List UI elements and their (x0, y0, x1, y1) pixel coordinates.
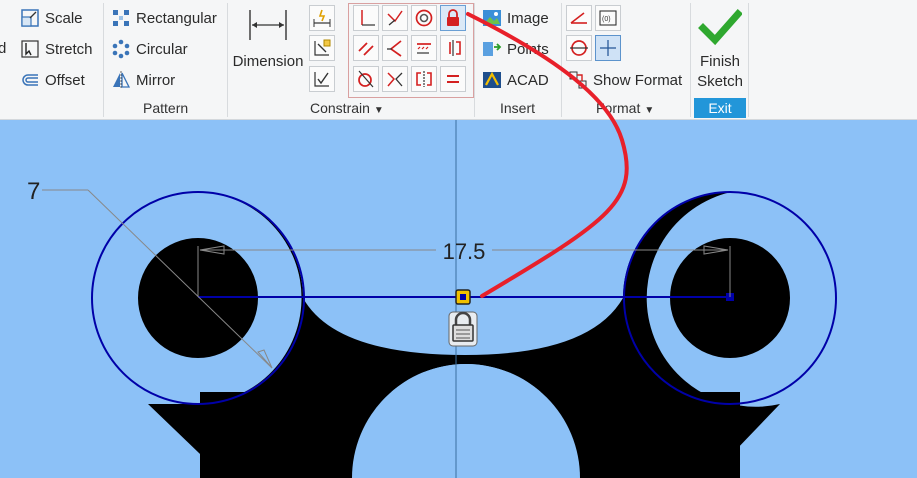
group-separator (748, 3, 749, 117)
clipped-button[interactable]: d (0, 40, 6, 57)
equal-length-icon (417, 43, 431, 54)
dimension-label: Dimension (232, 53, 304, 70)
ribbon: d Scale Stretch Offset Rectangular Circu… (0, 0, 917, 120)
svg-text:(0): (0) (602, 16, 611, 23)
sketch-canvas[interactable]: 17.5 7 (0, 120, 917, 478)
tangent-icon (387, 40, 402, 57)
baseline-dimension-tool[interactable] (309, 5, 335, 31)
stretch-button[interactable]: Stretch (20, 39, 93, 59)
image-button[interactable]: Image (482, 8, 549, 28)
acad-label: ACAD (507, 71, 549, 89)
acad-button[interactable]: ACAD (482, 70, 549, 90)
format-dimension-tool[interactable]: (0) (595, 5, 621, 31)
format-crosshair-tool[interactable] (595, 35, 621, 61)
linear-dimension-value[interactable]: 17.5 (443, 239, 486, 264)
circular-pattern-button[interactable]: Circular (111, 39, 188, 59)
group-separator (690, 3, 691, 117)
format-group-label[interactable]: Format ▼ (596, 100, 654, 116)
finish-label-line1: Finish (699, 53, 740, 70)
chevron-down-icon: ▼ (373, 105, 384, 116)
mirror-icon (113, 71, 131, 89)
parallel-constraint-tool[interactable] (353, 35, 379, 61)
point-on-entity-icon (358, 70, 374, 88)
concentric-icon (415, 9, 433, 27)
baseline-dimension-icon (313, 9, 331, 27)
scale-label: Scale (45, 9, 83, 27)
constrain-label-text: Constrain (310, 100, 370, 116)
scale-icon (21, 9, 39, 27)
symmetric-icon (416, 71, 432, 87)
perpendicular-constraint-tool[interactable] (382, 5, 408, 31)
midpoint-icon (387, 72, 403, 87)
constrain-group-label[interactable]: Constrain ▼ (310, 100, 384, 116)
stretch-label: Stretch (45, 40, 93, 58)
format-dimension-icon: (0) (599, 10, 617, 26)
pattern-group-label: Pattern (143, 100, 189, 116)
group-separator (561, 3, 562, 117)
lock-constraint-tool[interactable] (440, 5, 466, 31)
rectangular-pattern-button[interactable]: Rectangular (111, 8, 217, 28)
radius-dimension-value[interactable]: 7 (27, 178, 40, 205)
stretch-icon (21, 40, 39, 58)
clipped-button-label: d (0, 40, 7, 57)
mirror-label: Mirror (136, 71, 176, 89)
equal-icon (447, 75, 459, 83)
group-separator (474, 3, 475, 117)
horizontal-symmetry-tool[interactable] (440, 35, 466, 61)
vertical-constraint-tool[interactable] (353, 5, 379, 31)
image-icon (483, 10, 501, 26)
points-button[interactable]: Points (482, 39, 549, 59)
symmetry-icon (449, 40, 461, 56)
points-icon (483, 42, 502, 56)
lock-constraint-symbol[interactable] (448, 311, 478, 347)
lock-icon (447, 9, 459, 26)
finish-label-line2: Sketch (697, 73, 743, 90)
point-on-entity-tool[interactable] (353, 66, 379, 92)
rectangular-label: Rectangular (136, 9, 217, 27)
offset-label: Offset (45, 71, 85, 89)
perpendicular-constraint-icon (387, 10, 403, 26)
circular-label: Circular (136, 40, 188, 58)
selected-point-core (460, 294, 466, 300)
reference-dimension-icon (314, 39, 331, 56)
tangent-constraint-tool[interactable] (382, 35, 408, 61)
format-label-text: Format (596, 100, 641, 116)
group-separator (227, 3, 228, 117)
format-angle-tool[interactable] (566, 5, 592, 31)
equal-length-constraint-tool[interactable] (411, 35, 437, 61)
format-circle-tool[interactable] (566, 35, 592, 61)
insert-group-label: Insert (500, 100, 536, 116)
points-label: Points (507, 40, 549, 58)
exit-group-label: Exit (694, 98, 746, 118)
angular-dimension-icon (314, 72, 329, 87)
parallel-icon (358, 42, 374, 56)
dimension-button[interactable]: Dimension (232, 6, 304, 72)
symmetric-constraint-tool[interactable] (411, 66, 437, 92)
circular-pattern-icon (112, 39, 130, 59)
circle-split-icon (570, 40, 588, 56)
rectangular-pattern-icon (113, 10, 129, 26)
reference-dimension-tool[interactable] (309, 35, 335, 61)
chevron-down-icon: ▼ (644, 105, 655, 116)
offset-button[interactable]: Offset (20, 70, 85, 90)
coincident-constraint-tool[interactable] (411, 5, 437, 31)
show-format-button[interactable]: Show Format (568, 70, 682, 90)
vertical-constraint-icon (361, 10, 375, 26)
dimension-icon (249, 10, 287, 40)
mirror-button[interactable]: Mirror (111, 70, 175, 90)
equal-constraint-tool[interactable] (440, 66, 466, 92)
offset-icon (22, 74, 38, 86)
angular-dimension-tool[interactable] (309, 66, 335, 92)
show-format-label: Show Format (593, 71, 683, 89)
acad-icon (483, 71, 501, 88)
finish-sketch-button[interactable]: Finish Sketch (694, 8, 746, 92)
group-separator (103, 3, 104, 117)
scale-button[interactable]: Scale (20, 8, 83, 28)
image-label: Image (507, 9, 549, 27)
angle-icon (570, 12, 587, 24)
checkmark-icon (698, 9, 743, 46)
midpoint-constraint-tool[interactable] (382, 66, 408, 92)
show-format-icon (569, 71, 587, 89)
crosshair-icon (600, 40, 616, 56)
